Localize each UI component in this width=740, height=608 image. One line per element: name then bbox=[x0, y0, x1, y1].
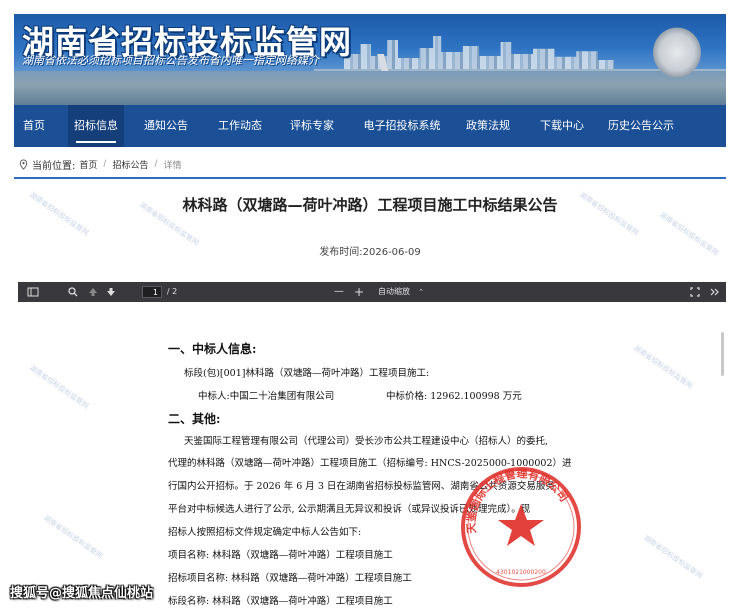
zoom-select[interactable]: 自动缩放 bbox=[372, 285, 416, 299]
source-watermark: 搜狐号@搜狐焦点仙桃站 bbox=[10, 586, 154, 601]
article-title: 林科路（双塘路—荷叶冲路）工程项目施工中标结果公告 bbox=[182, 196, 558, 214]
previous-page-icon[interactable] bbox=[86, 285, 100, 299]
breadcrumb-home[interactable]: 首页 bbox=[79, 158, 97, 171]
zoom-out-button[interactable]: — bbox=[332, 285, 346, 299]
lot-line: 标段(包)[001]林科路（双塘路—荷叶冲路）工程项目施工: bbox=[184, 368, 430, 379]
hills-decoration bbox=[14, 71, 726, 105]
section-heading: 二、其他: bbox=[168, 412, 221, 426]
main-nav: 首页 招标信息 通知公告 工作动态 评标专家 电子招投标系统 政策法规 下载中心… bbox=[14, 105, 726, 147]
breadcrumb: 当前位置: 首页 / 招标公告 / 详情 bbox=[14, 154, 726, 174]
site-banner: 湖南省招标投标监管网 湖南省依法必须招标项目招标公告发布省内唯一指定网络媒介 bbox=[14, 14, 726, 105]
nav-item-notices[interactable]: 通知公告 bbox=[142, 105, 190, 147]
breadcrumb-category[interactable]: 招标公告 bbox=[112, 158, 148, 171]
nav-item-e-bidding[interactable]: 电子招投标系统 bbox=[360, 105, 444, 147]
nav-item-policies[interactable]: 政策法规 bbox=[464, 105, 512, 147]
nav-item-home[interactable]: 首页 bbox=[18, 105, 50, 147]
pdf-document[interactable]: 湖南省招标投标监管网 湖南省招标投标监管网 湖南省招标投标监管网 湖南省招标投标… bbox=[18, 302, 726, 608]
nav-item-history[interactable]: 历史公告公示 bbox=[606, 105, 676, 147]
search-icon[interactable] bbox=[66, 285, 80, 299]
zoom-in-button[interactable]: + bbox=[352, 285, 366, 299]
project-name-line: 项目名称: 林科路（双塘路—荷叶冲路）工程项目施工 bbox=[168, 550, 393, 561]
watermark: 湖南省招标投标监管网 bbox=[28, 363, 90, 411]
nav-item-work-news[interactable]: 工作动态 bbox=[216, 105, 264, 147]
next-page-icon[interactable] bbox=[104, 285, 118, 299]
nav-item-downloads[interactable]: 下载中心 bbox=[538, 105, 586, 147]
winner-name: 中标人:中国二十冶集团有限公司 bbox=[198, 391, 335, 402]
breadcrumb-separator: / bbox=[154, 159, 158, 169]
nav-item-experts[interactable]: 评标专家 bbox=[288, 105, 336, 147]
watermark: 湖南省招标投标监管网 bbox=[42, 513, 104, 561]
scrollbar-thumb[interactable] bbox=[721, 332, 724, 376]
breadcrumb-divider bbox=[14, 177, 726, 179]
watermark: 湖南省招标投标监管网 bbox=[642, 533, 704, 581]
watermark: 湖南省招标投标监管网 bbox=[632, 343, 694, 391]
breadcrumb-separator: / bbox=[103, 159, 107, 169]
seal-number: 4301021000200 bbox=[496, 569, 546, 576]
publish-date: 发布时间:2026-06-09 bbox=[319, 247, 421, 258]
section-heading: 一、中标人信息: bbox=[168, 342, 257, 356]
location-pin-icon bbox=[19, 158, 28, 170]
page-total: / 2 bbox=[166, 287, 178, 296]
page-number-input[interactable]: 1 bbox=[142, 286, 162, 298]
statue-decoration bbox=[642, 18, 712, 104]
paragraph-line: 招标人按照招标文件规定确定中标人公告如下: bbox=[168, 527, 362, 538]
winning-price: 中标价格: 12962.100998 万元 bbox=[386, 391, 522, 402]
browser-page: 湖南省招标投标监管网 湖南省依法必须招标项目招标公告发布省内唯一指定网络媒介 首… bbox=[14, 14, 726, 608]
paragraph-line: 天鉴国际工程管理有限公司（代理公司）受长沙市公共工程建设中心（招标人）的委托, bbox=[184, 436, 549, 447]
fullscreen-icon[interactable] bbox=[688, 285, 702, 299]
bidding-project-line: 招标项目名称: 林科路（双塘路—荷叶冲路）工程项目施工 bbox=[168, 573, 412, 584]
official-seal: 天鉴国际工程管理有限公司 4301021000200 bbox=[461, 467, 581, 587]
zoom-select-caret-icon: ⌃ bbox=[418, 288, 424, 296]
more-tools-icon[interactable] bbox=[708, 285, 722, 299]
lot-name-line: 标段名称: 林科路（双塘路—荷叶冲路）工程项目施工 bbox=[168, 596, 393, 607]
nav-item-bidding-info[interactable]: 招标信息 bbox=[68, 105, 124, 147]
pdf-toolbar: 1 / 2 — + 自动缩放 ⌃ bbox=[18, 282, 726, 302]
sidebar-toggle-icon[interactable] bbox=[26, 285, 40, 299]
breadcrumb-prefix: 当前位置: bbox=[32, 160, 76, 172]
site-subtitle: 湖南省依法必须招标项目招标公告发布省内唯一指定网络媒介 bbox=[22, 54, 319, 67]
breadcrumb-current: 详情 bbox=[163, 160, 182, 171]
